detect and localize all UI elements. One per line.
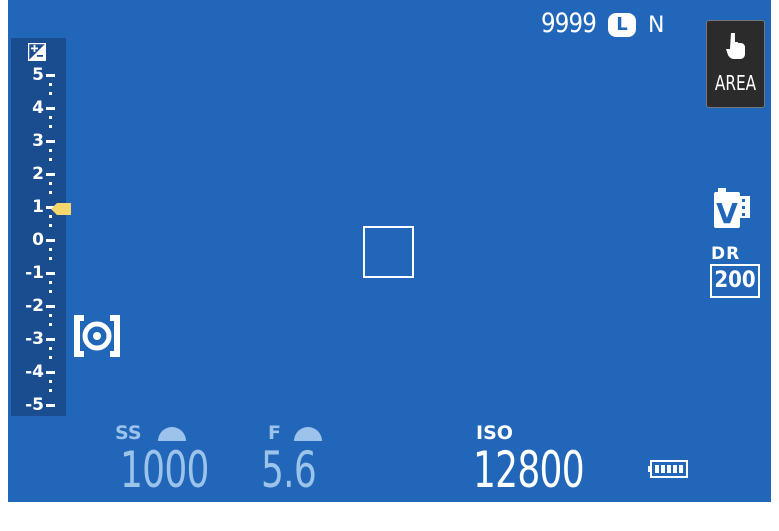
ev-tick-label: -3 [25, 329, 44, 349]
ev-minor-dot [49, 257, 52, 260]
ev-minor-dot [49, 314, 52, 317]
ev-tick-label: 5 [32, 65, 44, 85]
image-size-badge: L [608, 13, 636, 37]
ev-tick-mark [46, 272, 55, 275]
film-simulation-velvia-icon: V [714, 188, 750, 230]
ev-minor-dot [49, 149, 52, 152]
ev-tick-mark [46, 140, 55, 143]
ev-minor-dot [49, 215, 52, 218]
ev-tick-label: -1 [25, 263, 44, 283]
ev-tick-mark [46, 371, 55, 374]
area-button-label: AREA [714, 71, 757, 95]
ev-tick-label: -4 [25, 362, 44, 382]
ev-tick-label: 2 [32, 164, 44, 184]
shutter-speed-dial-indicator [158, 427, 186, 441]
film-simulation-letter: V [716, 197, 738, 230]
multi-metering-icon [74, 315, 120, 357]
ev-tick-label: 0 [32, 230, 44, 250]
exposure-compensation-icon [28, 43, 46, 61]
ev-minor-dot [49, 158, 52, 161]
ev-tick-mark [46, 74, 55, 77]
ev-minor-dot [49, 125, 52, 128]
exposure-compensation-scale: 5 4 3 2 1 0 -1 -2 -3 -4 -5 [11, 38, 71, 416]
camera-live-view: 9999 L N AREA 5 4 3 2 1 0 -1 -2 -3 -4 -5… [8, 0, 771, 502]
ev-minor-dot [49, 92, 52, 95]
shutter-speed-value: 1000 [120, 441, 209, 499]
ev-tick-label: 1 [32, 197, 44, 217]
ev-tick-label: -2 [25, 296, 44, 316]
ev-tick-label: 3 [32, 131, 44, 151]
ev-minor-dot [49, 389, 52, 392]
ev-tick-mark [46, 338, 55, 341]
ev-tick-mark [46, 173, 55, 176]
ev-minor-dot [49, 347, 52, 350]
touch-hand-icon [726, 33, 745, 59]
ev-current-pointer [51, 203, 71, 215]
ev-tick-mark [46, 107, 55, 110]
dynamic-range-value: 200 [710, 264, 760, 298]
ev-tick-label: 4 [32, 98, 44, 118]
area-button[interactable]: AREA [706, 20, 765, 108]
ev-minor-dot [49, 116, 52, 119]
ev-minor-dot [49, 290, 52, 293]
aperture-dial-indicator [294, 427, 322, 441]
iso-value: 12800 [473, 441, 585, 499]
ev-minor-dot [49, 83, 52, 86]
ev-minor-dot [49, 356, 52, 359]
ev-minor-dot [49, 248, 52, 251]
ev-minor-dot [49, 323, 52, 326]
image-quality: N [648, 13, 665, 38]
ev-minor-dot [49, 182, 52, 185]
ev-tick-mark [46, 239, 55, 242]
shots-remaining: 9999 [541, 8, 597, 39]
dynamic-range-label: DR [711, 244, 741, 264]
ev-minor-dot [49, 224, 52, 227]
battery-icon [648, 460, 688, 478]
ev-tick-label: -5 [25, 395, 44, 415]
ev-minor-dot [49, 281, 52, 284]
ev-minor-dot [49, 380, 52, 383]
aperture-value: 5.6 [261, 441, 317, 499]
ev-tick-mark [46, 404, 55, 407]
ev-minor-dot [49, 191, 52, 194]
ev-tick-mark [46, 305, 55, 308]
focus-area-frame[interactable] [363, 226, 414, 278]
